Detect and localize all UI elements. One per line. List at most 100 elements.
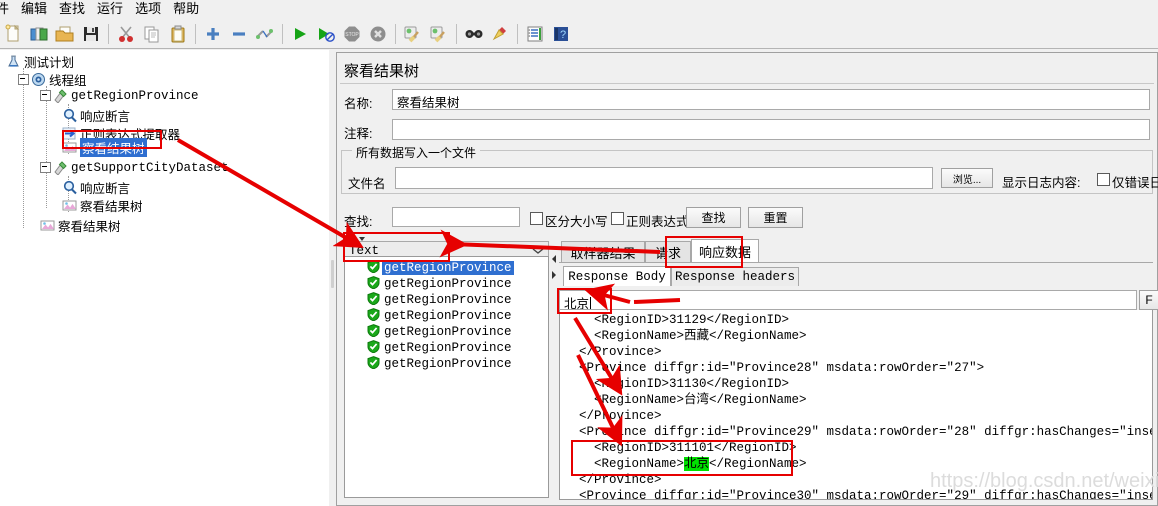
toggle-icon[interactable] <box>252 21 278 47</box>
clear-icon[interactable] <box>400 21 426 47</box>
list-item-label: getRegionProvince <box>384 309 512 323</box>
tab-response-data[interactable]: 响应数据 <box>691 239 759 263</box>
subtab-response-body[interactable]: Response Body <box>563 266 671 286</box>
search-icon[interactable] <box>461 21 487 47</box>
menu-item-help[interactable]: 帮助 <box>167 0 205 18</box>
tree-expander[interactable] <box>40 90 51 101</box>
inner-split-divider[interactable] <box>550 241 558 499</box>
start-icon[interactable] <box>287 21 313 47</box>
toolbar-separator <box>517 23 518 44</box>
start-no-pauses-icon[interactable] <box>313 21 339 47</box>
paste-icon[interactable] <box>165 21 191 47</box>
new-icon[interactable] <box>0 21 26 47</box>
xml-line: </Province> <box>564 345 662 359</box>
tree-label: 响应断言 <box>80 182 131 196</box>
expand-all-icon[interactable] <box>200 21 226 47</box>
status-ok-icon <box>367 355 380 373</box>
test-plan-tree[interactable]: 测试计划 线程组 getRegionProvince 响应断言 正则表达式提取器 <box>0 50 329 506</box>
results-list[interactable]: getRegionProvince getRegionProvince getR… <box>344 256 549 498</box>
menu-item-file[interactable]: 件 <box>0 0 15 18</box>
name-label: 名称: <box>344 97 373 111</box>
split-divider[interactable] <box>329 50 336 506</box>
view-results-tree-icon <box>40 218 55 233</box>
tab-sampler-result[interactable]: 取样器结果 <box>561 241 645 263</box>
list-item[interactable]: getRegionProvince <box>345 259 548 276</box>
status-ok-icon <box>367 339 380 357</box>
toolbar-separator <box>108 23 109 44</box>
toolbar-separator <box>456 23 457 44</box>
tree-label: 测试计划 <box>24 56 75 70</box>
reset-button[interactable]: 重置 <box>748 207 803 228</box>
tab-underline <box>559 262 1153 263</box>
page-title: 察看结果树 <box>340 56 1154 84</box>
list-item[interactable]: getRegionProvince <box>345 355 548 373</box>
response-find-input[interactable]: 北京 <box>559 290 1137 310</box>
divider-grip[interactable] <box>331 260 334 288</box>
save-icon[interactable] <box>78 21 104 47</box>
list-item-label: getRegionProvince <box>384 277 512 291</box>
response-find-button[interactable]: F <box>1139 290 1158 310</box>
errors-only-label: 仅错误日 <box>1112 176 1158 190</box>
copy-icon[interactable] <box>139 21 165 47</box>
tree-node-sampler-getsupportcitydataset[interactable]: getSupportCityDataset <box>40 160 229 176</box>
tree-label: 察看结果树 <box>80 138 147 157</box>
name-input[interactable]: 察看结果树 <box>392 89 1150 110</box>
toolbar-separator <box>195 23 196 44</box>
tree-node-view-results-tree-selected[interactable]: 察看结果树 <box>62 138 147 157</box>
case-sensitive-label: 区分大小写 <box>545 215 608 229</box>
list-item[interactable]: getRegionProvince <box>345 339 548 357</box>
menu-item-edit[interactable]: 编辑 <box>15 0 53 18</box>
comment-label: 注释: <box>344 127 373 141</box>
tree-label: getRegionProvince <box>71 88 199 103</box>
subtab-response-headers[interactable]: Response headers <box>671 267 799 286</box>
tree-expander[interactable] <box>18 74 29 85</box>
menu-item-search[interactable]: 查找 <box>53 0 91 18</box>
status-ok-icon <box>367 291 380 309</box>
list-item[interactable]: getRegionProvince <box>345 275 548 292</box>
open-icon[interactable] <box>52 21 78 47</box>
templates-icon[interactable] <box>26 21 52 47</box>
clear-all-icon[interactable] <box>426 21 452 47</box>
tree-node-response-assertion-1[interactable]: 响应断言 <box>62 106 130 125</box>
reset-search-icon[interactable] <box>487 21 513 47</box>
tree-node-sampler-getregionprovince[interactable]: getRegionProvince <box>40 88 199 104</box>
list-item[interactable]: getRegionProvince <box>345 307 548 324</box>
stop-icon[interactable]: STOP <box>339 21 365 47</box>
list-item[interactable]: getRegionProvince <box>345 323 548 340</box>
filename-input[interactable] <box>395 167 933 189</box>
case-sensitive-checkbox[interactable] <box>530 212 543 225</box>
shutdown-icon[interactable] <box>365 21 391 47</box>
svg-text:STOP: STOP <box>345 32 359 38</box>
xml-line: <RegionName>西藏</RegionName> <box>564 329 807 343</box>
cut-icon[interactable] <box>113 21 139 47</box>
thread-group-icon <box>31 72 46 87</box>
tree-label: getSupportCityDataset <box>71 160 229 175</box>
menu-item-options[interactable]: 选项 <box>129 0 167 18</box>
xml-line: <RegionID>31129</RegionID> <box>564 313 790 327</box>
tab-request[interactable]: 请求 <box>645 241 691 263</box>
list-item-label: getRegionProvince <box>384 357 512 371</box>
comment-input[interactable] <box>392 119 1150 140</box>
tree-label: 察看结果树 <box>58 220 121 234</box>
browse-button[interactable]: 浏览... <box>941 168 993 188</box>
log-viewer-icon[interactable] <box>522 21 548 47</box>
find-button[interactable]: 查找 <box>686 207 741 228</box>
watermark: https://blog.csdn.net/weixin_45451320 <box>930 470 1158 492</box>
tree-node-test-plan[interactable]: 测试计划 <box>6 52 74 71</box>
menu-item-run[interactable]: 运行 <box>91 0 129 18</box>
help-icon[interactable]: ? <box>548 21 574 47</box>
list-item[interactable]: getRegionProvince <box>345 291 548 309</box>
xml-line: <RegionID>31130</RegionID> <box>564 377 790 391</box>
toolbar-separator <box>395 23 396 44</box>
tree-node-view-results-tree-2[interactable]: 察看结果树 <box>62 196 143 215</box>
tree-node-thread-group[interactable]: 线程组 <box>18 70 87 89</box>
response-find-value: 北京 <box>564 297 590 310</box>
tree-expander[interactable] <box>40 162 51 173</box>
tree-connector <box>23 68 24 228</box>
collapse-all-icon[interactable] <box>226 21 252 47</box>
search-input[interactable] <box>392 207 520 227</box>
tree-node-view-results-tree-3[interactable]: 察看结果树 <box>40 216 121 235</box>
tree-node-response-assertion-2[interactable]: 响应断言 <box>62 178 130 197</box>
errors-only-checkbox[interactable] <box>1097 173 1110 186</box>
regex-checkbox[interactable] <box>611 212 624 225</box>
